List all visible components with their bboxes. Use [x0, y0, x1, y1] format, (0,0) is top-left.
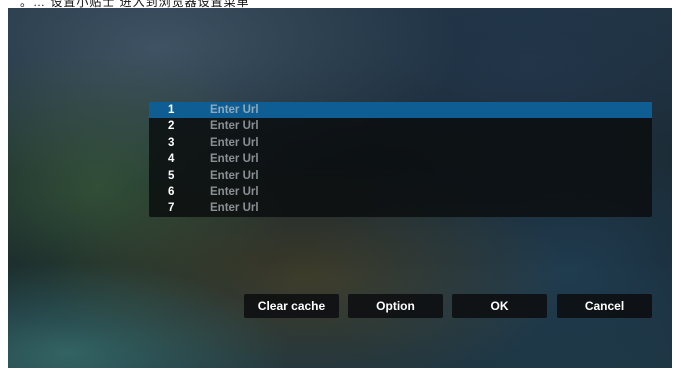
browser-settings-screen: 1 Enter Url 2 Enter Url 3 Enter Url 4 En…	[8, 8, 672, 368]
url-row-4[interactable]: 4 Enter Url	[149, 151, 652, 167]
url-row-input[interactable]: Enter Url	[210, 118, 259, 134]
url-row-1[interactable]: 1 Enter Url	[149, 102, 652, 119]
url-row-input[interactable]: Enter Url	[210, 135, 259, 151]
header-text: 。… 设置小贴士 进入到浏览器设置菜单	[20, 0, 250, 8]
ok-button[interactable]: OK	[452, 294, 547, 318]
url-row-number: 3	[168, 136, 175, 149]
cancel-button[interactable]: Cancel	[557, 294, 652, 318]
url-row-input[interactable]: Enter Url	[210, 151, 259, 167]
url-row-input[interactable]: Enter Url	[210, 200, 259, 216]
url-row-input[interactable]: Enter Url	[210, 168, 259, 184]
url-row-number: 4	[168, 153, 175, 166]
url-row-6[interactable]: 6 Enter Url	[149, 184, 652, 200]
url-row-number: 7	[168, 202, 175, 215]
clear-cache-button[interactable]: Clear cache	[244, 294, 339, 318]
url-row-2[interactable]: 2 Enter Url	[149, 118, 652, 134]
url-row-number: 6	[168, 185, 175, 198]
url-list: 1 Enter Url 2 Enter Url 3 Enter Url 4 En…	[149, 102, 652, 217]
url-row-3[interactable]: 3 Enter Url	[149, 135, 652, 151]
url-row-5[interactable]: 5 Enter Url	[149, 168, 652, 184]
url-row-input[interactable]: Enter Url	[210, 184, 259, 200]
url-row-7[interactable]: 7 Enter Url	[149, 200, 652, 216]
cropped-header-text: 。… 设置小贴士 进入到浏览器设置菜单	[0, 0, 681, 8]
url-row-input[interactable]: Enter Url	[210, 102, 259, 118]
url-row-number: 1	[168, 104, 175, 116]
url-row-number: 2	[168, 120, 175, 133]
url-row-number: 5	[168, 169, 175, 182]
option-button[interactable]: Option	[348, 294, 443, 318]
